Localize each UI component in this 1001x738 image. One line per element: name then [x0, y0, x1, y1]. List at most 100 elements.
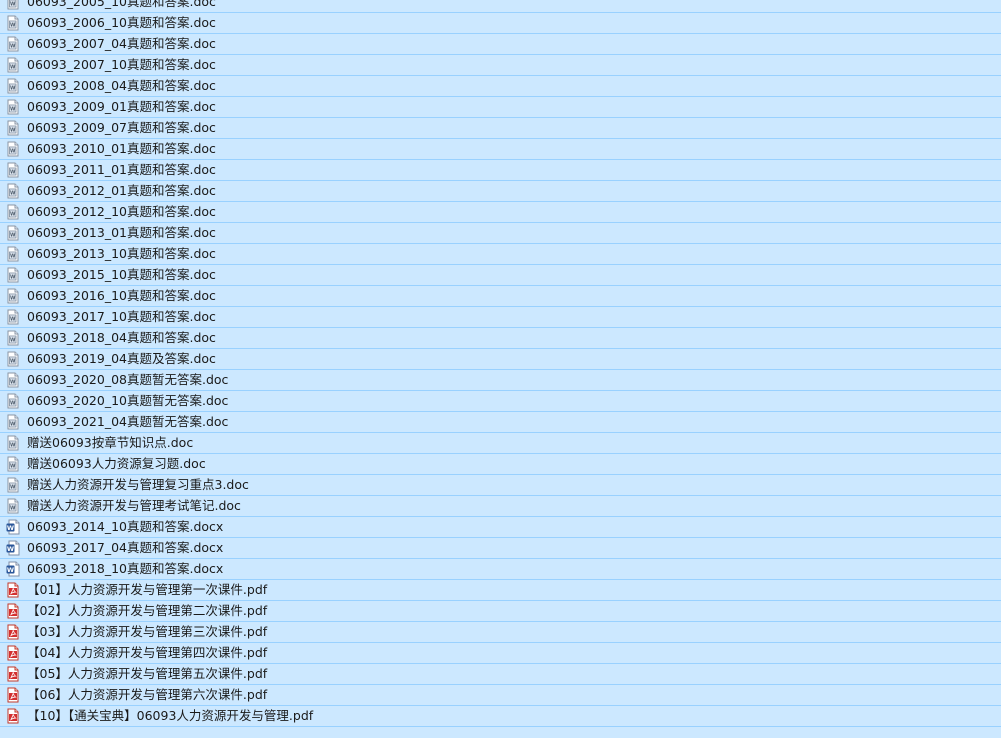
file-name: 06093_2014_10真题和答案.docx: [27, 519, 224, 534]
file-list-item[interactable]: W 赠送人力资源开发与管理考试笔记.doc: [0, 496, 1001, 517]
file-name: 06093_2009_01真题和答案.doc: [27, 99, 216, 114]
svg-text:W: W: [10, 107, 16, 113]
svg-text:W: W: [10, 23, 16, 29]
file-list-item[interactable]: W 06093_2006_10真题和答案.doc: [0, 13, 1001, 34]
file-list-item[interactable]: 【03】人力资源开发与管理第三次课件.pdf: [0, 622, 1001, 643]
file-name: 06093_2013_01真题和答案.doc: [27, 225, 216, 240]
file-name: 06093_2016_10真题和答案.doc: [27, 288, 216, 303]
file-list-item[interactable]: W 06093_2017_04真题和答案.docx: [0, 538, 1001, 559]
svg-text:W: W: [10, 191, 16, 197]
file-name: 06093_2021_04真题暂无答案.doc: [27, 414, 229, 429]
file-name: 06093_2012_01真题和答案.doc: [27, 183, 216, 198]
file-list-item[interactable]: W 06093_2016_10真题和答案.doc: [0, 286, 1001, 307]
svg-text:W: W: [7, 566, 14, 574]
file-name: 06093_2011_01真题和答案.doc: [27, 162, 216, 177]
file-list-item[interactable]: W 06093_2009_07真题和答案.doc: [0, 118, 1001, 139]
doc-file-icon: W: [7, 99, 19, 115]
file-list-item[interactable]: W 赠送06093人力资源复习题.doc: [0, 454, 1001, 475]
file-name: 06093_2019_04真题及答案.doc: [27, 351, 216, 366]
docx-file-icon: W: [6, 561, 20, 577]
file-list-item[interactable]: 【01】人力资源开发与管理第一次课件.pdf: [0, 580, 1001, 601]
file-name: 【02】人力资源开发与管理第二次课件.pdf: [27, 603, 268, 618]
file-name: 06093_2006_10真题和答案.doc: [27, 15, 216, 30]
file-list-item[interactable]: 【10】【通关宝典】06093人力资源开发与管理.pdf: [0, 706, 1001, 727]
doc-file-icon: W: [7, 78, 19, 94]
svg-text:W: W: [10, 128, 16, 134]
pdf-file-icon: [7, 582, 19, 598]
docx-file-icon: W: [6, 540, 20, 556]
svg-text:W: W: [7, 545, 14, 553]
file-list-item[interactable]: W 06093_2005_10真题和答案.doc: [0, 0, 1001, 13]
svg-text:W: W: [7, 524, 14, 532]
doc-file-icon: W: [7, 477, 19, 493]
file-list-item[interactable]: W 06093_2020_08真题暂无答案.doc: [0, 370, 1001, 391]
file-list-item[interactable]: W 06093_2018_04真题和答案.doc: [0, 328, 1001, 349]
doc-file-icon: W: [7, 414, 19, 430]
file-list-item[interactable]: W 赠送人力资源开发与管理复习重点3.doc: [0, 475, 1001, 496]
file-name: 赠送人力资源开发与管理复习重点3.doc: [27, 477, 249, 492]
file-name: 06093_2017_04真题和答案.docx: [27, 540, 224, 555]
svg-text:W: W: [10, 86, 16, 92]
file-name: 赠送06093按章节知识点.doc: [27, 435, 194, 450]
doc-file-icon: W: [7, 120, 19, 136]
file-list-item[interactable]: W 06093_2010_01真题和答案.doc: [0, 139, 1001, 160]
file-name: 06093_2012_10真题和答案.doc: [27, 204, 216, 219]
svg-text:W: W: [10, 464, 16, 470]
doc-file-icon: W: [7, 141, 19, 157]
docx-file-icon: W: [6, 519, 20, 535]
file-list-item[interactable]: W 06093_2014_10真题和答案.docx: [0, 517, 1001, 538]
file-name: 【10】【通关宝典】06093人力资源开发与管理.pdf: [27, 708, 314, 723]
svg-text:W: W: [10, 170, 16, 176]
file-list-item[interactable]: W 06093_2020_10真题暂无答案.doc: [0, 391, 1001, 412]
file-name: 06093_2018_04真题和答案.doc: [27, 330, 216, 345]
svg-text:W: W: [10, 65, 16, 71]
file-name: 06093_2013_10真题和答案.doc: [27, 246, 216, 261]
file-name: 【06】人力资源开发与管理第六次课件.pdf: [27, 687, 268, 702]
file-name: 06093_2015_10真题和答案.doc: [27, 267, 216, 282]
doc-file-icon: W: [7, 498, 19, 514]
file-list-item[interactable]: W 06093_2015_10真题和答案.doc: [0, 265, 1001, 286]
svg-text:W: W: [10, 275, 16, 281]
svg-text:W: W: [10, 44, 16, 50]
doc-file-icon: W: [7, 162, 19, 178]
file-name: 赠送人力资源开发与管理考试笔记.doc: [27, 498, 241, 513]
doc-file-icon: W: [7, 36, 19, 52]
file-list-item[interactable]: W 06093_2007_10真题和答案.doc: [0, 55, 1001, 76]
svg-text:W: W: [10, 149, 16, 155]
file-list-item[interactable]: W 06093_2017_10真题和答案.doc: [0, 307, 1001, 328]
file-list-item[interactable]: W 06093_2009_01真题和答案.doc: [0, 97, 1001, 118]
file-list-item[interactable]: 【05】人力资源开发与管理第五次课件.pdf: [0, 664, 1001, 685]
file-name: 06093_2018_10真题和答案.docx: [27, 561, 224, 576]
svg-text:W: W: [10, 422, 16, 428]
file-list-item[interactable]: W 06093_2012_01真题和答案.doc: [0, 181, 1001, 202]
doc-file-icon: W: [7, 309, 19, 325]
doc-file-icon: W: [7, 372, 19, 388]
file-list-item[interactable]: W 06093_2008_04真题和答案.doc: [0, 76, 1001, 97]
file-list: W 06093_2005_10真题和答案.doc W 06093_2006_10真题和…: [0, 0, 1001, 738]
file-list-item[interactable]: W 06093_2012_10真题和答案.doc: [0, 202, 1001, 223]
doc-file-icon: W: [7, 456, 19, 472]
file-list-item[interactable]: 【02】人力资源开发与管理第二次课件.pdf: [0, 601, 1001, 622]
file-list-item[interactable]: W 06093_2013_01真题和答案.doc: [0, 223, 1001, 244]
pdf-file-icon: [7, 687, 19, 703]
file-list-item[interactable]: W 06093_2011_01真题和答案.doc: [0, 160, 1001, 181]
file-list-item[interactable]: W 赠送06093按章节知识点.doc: [0, 433, 1001, 454]
svg-text:W: W: [10, 254, 16, 260]
svg-text:W: W: [10, 401, 16, 407]
file-list-item[interactable]: W 06093_2018_10真题和答案.docx: [0, 559, 1001, 580]
file-list-item[interactable]: W 06093_2013_10真题和答案.doc: [0, 244, 1001, 265]
file-name: 06093_2007_10真题和答案.doc: [27, 57, 216, 72]
doc-file-icon: W: [7, 15, 19, 31]
file-list-item[interactable]: W 06093_2021_04真题暂无答案.doc: [0, 412, 1001, 433]
svg-text:W: W: [10, 443, 16, 449]
file-list-item[interactable]: 【06】人力资源开发与管理第六次课件.pdf: [0, 685, 1001, 706]
file-list-item[interactable]: 【04】人力资源开发与管理第四次课件.pdf: [0, 643, 1001, 664]
doc-file-icon: W: [7, 0, 19, 10]
file-list-item[interactable]: W 06093_2019_04真题及答案.doc: [0, 349, 1001, 370]
doc-file-icon: W: [7, 267, 19, 283]
file-list-item[interactable]: W 06093_2007_04真题和答案.doc: [0, 34, 1001, 55]
doc-file-icon: W: [7, 183, 19, 199]
doc-file-icon: W: [7, 246, 19, 262]
pdf-file-icon: [7, 708, 19, 724]
doc-file-icon: W: [7, 288, 19, 304]
